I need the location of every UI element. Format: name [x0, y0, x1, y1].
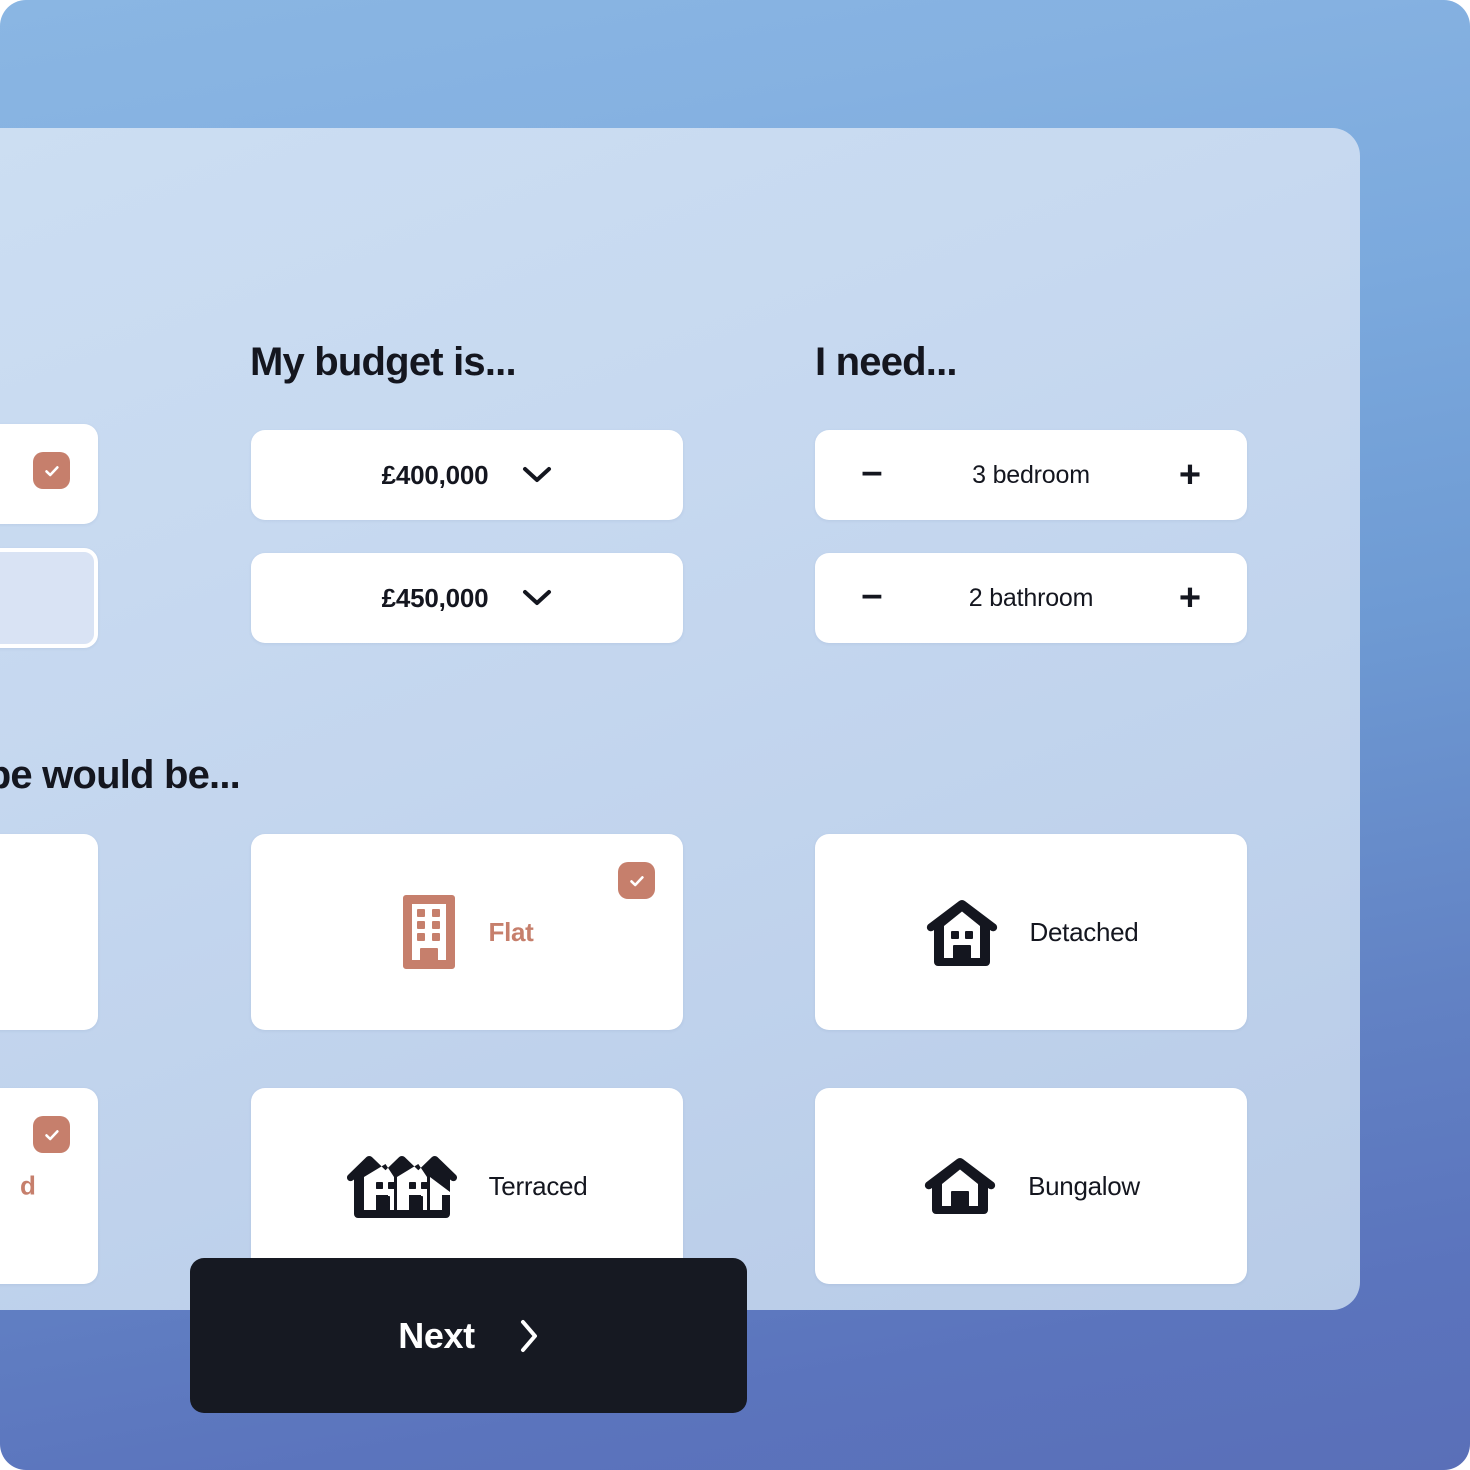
bathroom-increment-button[interactable]: +: [1173, 579, 1207, 617]
property-type-label: Terraced: [488, 1170, 588, 1201]
clipped-ptype-label: d: [20, 1170, 36, 1201]
clipped-ptype-card-2[interactable]: d: [0, 1088, 98, 1284]
bathroom-decrement-button[interactable]: –: [855, 576, 889, 614]
clipped-card-selected[interactable]: [0, 424, 98, 524]
budget-min-dropdown[interactable]: £400,000: [251, 430, 683, 520]
property-type-card-terraced[interactable]: Terraced: [251, 1088, 683, 1284]
bungalow-house-icon: [924, 1157, 996, 1214]
budget-heading: My budget is...: [250, 340, 517, 384]
check-badge: [33, 452, 70, 489]
property-type-label: Detached: [1029, 916, 1139, 947]
next-button-label: Next: [398, 1314, 475, 1356]
bathroom-stepper: – 2 bathroom +: [815, 553, 1247, 643]
bathroom-value: 2 bathroom: [968, 583, 1094, 612]
app-root: d My budget is... I need... operty type …: [0, 0, 1470, 1470]
check-badge: [33, 1116, 70, 1153]
bedroom-increment-button[interactable]: +: [1173, 456, 1207, 494]
property-type-card-flat[interactable]: Flat: [251, 834, 683, 1030]
clipped-ptype-card-1[interactable]: [0, 834, 98, 1030]
budget-max-value: £450,000: [381, 582, 489, 613]
form-content: d My budget is... I need... operty type …: [0, 128, 1360, 1310]
check-icon: [44, 1129, 59, 1140]
budget-min-value: £400,000: [381, 459, 489, 490]
property-type-card-bungalow[interactable]: Bungalow: [815, 1088, 1247, 1284]
clipped-card-muted[interactable]: [0, 548, 98, 648]
chevron-down-icon: [523, 467, 552, 482]
property-type-label: Flat: [488, 916, 534, 947]
budget-max-dropdown[interactable]: £450,000: [251, 553, 683, 643]
apartment-building-icon: [403, 895, 456, 969]
needs-heading: I need...: [815, 340, 958, 384]
chevron-right-icon: [520, 1319, 537, 1352]
bedroom-decrement-button[interactable]: –: [855, 453, 889, 491]
property-type-label: Bungalow: [1028, 1170, 1140, 1201]
next-button[interactable]: Next: [190, 1258, 747, 1413]
bedroom-value: 3 bedroom: [972, 460, 1090, 489]
form-panel: d My budget is... I need... operty type …: [0, 128, 1360, 1310]
terraced-houses-icon: [346, 1155, 457, 1218]
check-badge: [618, 862, 655, 899]
bedroom-stepper: – 3 bedroom +: [815, 430, 1247, 520]
check-icon: [629, 875, 644, 886]
property-type-card-detached[interactable]: Detached: [815, 834, 1247, 1030]
property-type-heading: operty type would be...: [0, 753, 241, 797]
detached-house-icon: [926, 899, 997, 966]
check-icon: [44, 465, 59, 476]
chevron-down-icon: [523, 590, 552, 605]
